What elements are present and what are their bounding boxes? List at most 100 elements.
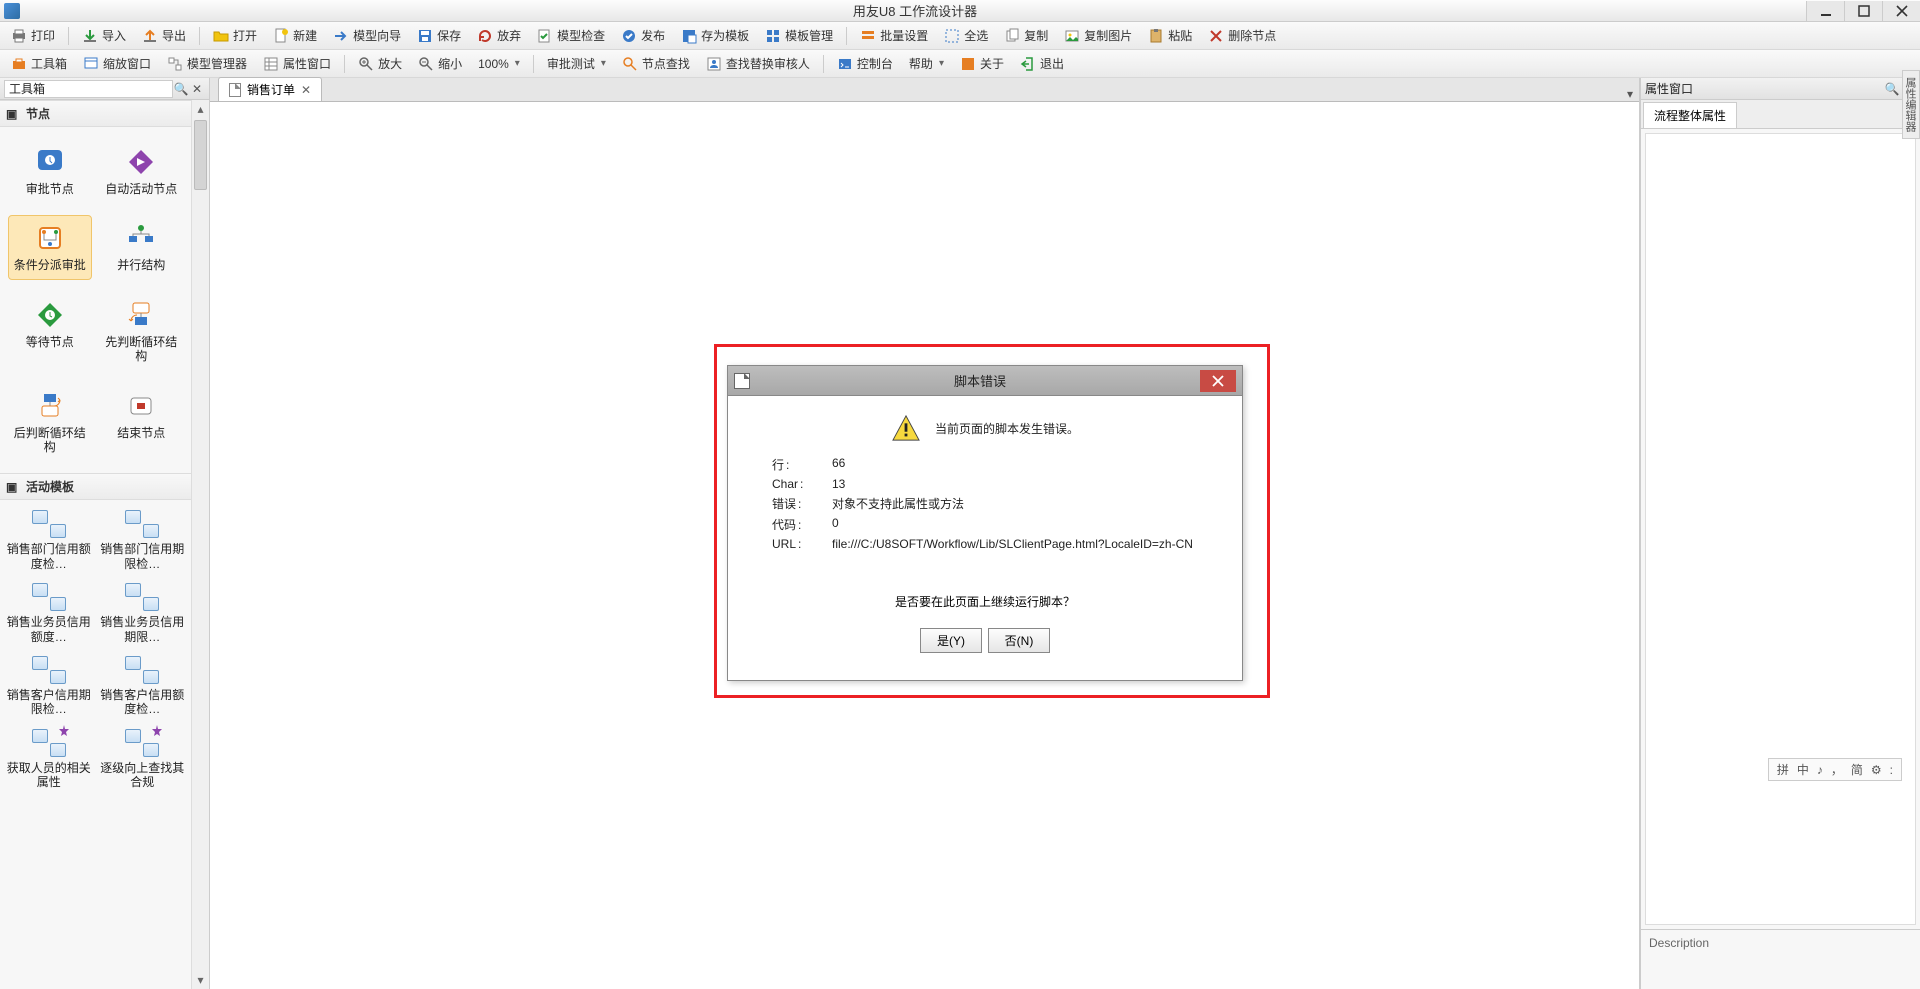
about-label: 关于 <box>980 55 1004 72</box>
find-node-button[interactable]: 节点查找 <box>615 52 697 75</box>
scroll-thumb[interactable] <box>194 120 207 190</box>
ime-item[interactable]: 简 <box>1851 761 1863 778</box>
select-all-button[interactable]: 全选 <box>937 24 995 47</box>
new-button[interactable]: 新建 <box>266 24 324 47</box>
save-template-button[interactable]: 存为模板 <box>674 24 756 47</box>
console-button[interactable]: 控制台 <box>830 52 900 75</box>
paste-icon <box>1148 28 1164 44</box>
scroll-up-icon[interactable]: ▴ <box>192 100 209 118</box>
close-button[interactable] <box>1882 1 1920 21</box>
copy-image-button[interactable]: 复制图片 <box>1057 24 1139 47</box>
dialog-no-button[interactable]: 否(N) <box>988 628 1050 653</box>
wizard-button[interactable]: 模型向导 <box>326 24 408 47</box>
section-nodes-header[interactable]: ▣ 节点 <box>0 100 191 127</box>
zoom-out-button[interactable]: 缩小 <box>411 52 469 75</box>
new-label: 新建 <box>293 27 317 44</box>
export-button[interactable]: 导出 <box>135 24 193 47</box>
discard-label: 放弃 <box>497 27 521 44</box>
section-templates-header[interactable]: ▣ 活动模板 <box>0 473 191 500</box>
template-item[interactable]: 销售业务员信用额度… <box>6 583 92 644</box>
node-conditional-approval[interactable]: 条件分派审批 <box>8 215 92 279</box>
node-post-loop[interactable]: 后判断循环结构 <box>8 383 92 462</box>
dialog-close-button[interactable] <box>1200 370 1236 392</box>
ime-item[interactable]: 拼 <box>1777 761 1789 778</box>
node-pre-loop[interactable]: 先判断循环结构 <box>100 292 184 371</box>
zoom-level-dropdown[interactable]: 100%▾ <box>471 54 527 74</box>
main-area: 🔍 ✕ ▣ 节点 审批节点 自动活动节点 条件分派审批 并行结构 等待节点 先判… <box>0 78 1920 989</box>
save-template-icon <box>681 28 697 44</box>
publish-icon <box>621 28 637 44</box>
collapse-icon: ▣ <box>6 107 20 121</box>
template-item[interactable]: 获取人员的相关属性 <box>6 729 92 790</box>
tabs-dropdown[interactable]: ▾ <box>1627 87 1633 101</box>
replace-approver-button[interactable]: 查找替换审核人 <box>699 52 817 75</box>
template-item[interactable]: 销售客户信用额度检… <box>100 656 186 717</box>
search-icon[interactable]: 🔍 <box>1884 81 1900 97</box>
template-item[interactable]: 销售客户信用期限检… <box>6 656 92 717</box>
export-icon <box>142 28 158 44</box>
dialog-yes-button[interactable]: 是(Y) <box>920 628 982 653</box>
batch-button[interactable]: 批量设置 <box>853 24 935 47</box>
ime-toolbar[interactable]: 拼 中 ♪ ， 简 ⚙ : <box>1768 758 1902 781</box>
toolbox-title-input[interactable] <box>4 80 173 98</box>
search-icon[interactable]: 🔍 <box>173 81 189 97</box>
node-parallel[interactable]: 并行结构 <box>100 215 184 279</box>
node-auto-activity[interactable]: 自动活动节点 <box>100 139 184 203</box>
template-palette: 销售部门信用额度检… 销售部门信用期限检… 销售业务员信用额度… 销售业务员信用… <box>0 500 191 799</box>
test-button[interactable]: 审批测试▾ <box>540 52 613 75</box>
side-tab-property-editor[interactable]: 属性编辑器 <box>1902 70 1920 139</box>
maximize-button[interactable] <box>1844 1 1882 21</box>
template-item[interactable]: 销售业务员信用期限… <box>100 583 186 644</box>
check-button[interactable]: 模型检查 <box>530 24 612 47</box>
discard-button[interactable]: 放弃 <box>470 24 528 47</box>
paste-button[interactable]: 粘贴 <box>1141 24 1199 47</box>
property-window-button[interactable]: 属性窗口 <box>256 52 338 75</box>
tab-close-icon[interactable]: ✕ <box>301 83 311 97</box>
replace-icon <box>706 56 722 72</box>
ime-item[interactable]: 中 <box>1797 761 1809 778</box>
ime-item[interactable]: ， <box>1831 761 1843 778</box>
template-item[interactable]: 逐级向上查找其合规 <box>100 729 186 790</box>
ime-item[interactable]: ⚙ <box>1871 763 1882 777</box>
open-button[interactable]: 打开 <box>206 24 264 47</box>
model-manager-button[interactable]: 模型管理器 <box>160 52 254 75</box>
node-approval[interactable]: 审批节点 <box>8 139 92 203</box>
node-label: 条件分派审批 <box>14 258 86 272</box>
node-end[interactable]: 结束节点 <box>100 383 184 462</box>
folder-open-icon <box>213 28 229 44</box>
info-icon <box>960 56 976 72</box>
ime-item[interactable]: : <box>1890 763 1893 777</box>
template-manager-button[interactable]: 模板管理 <box>758 24 840 47</box>
template-item[interactable]: 销售部门信用期限检… <box>100 510 186 571</box>
toolbox-scrollbar[interactable]: ▴ ▾ <box>191 100 209 989</box>
minimize-button[interactable] <box>1806 1 1844 21</box>
zoom-in-button[interactable]: 放大 <box>351 52 409 75</box>
dialog-titlebar[interactable]: 脚本错误 <box>728 366 1242 396</box>
node-label: 先判断循环结构 <box>103 335 181 364</box>
panel-close-icon[interactable]: ✕ <box>189 81 205 97</box>
prop-win-label: 属性窗口 <box>283 55 331 72</box>
tab-sales-order[interactable]: 销售订单 ✕ <box>218 77 322 101</box>
delete-node-button[interactable]: 删除节点 <box>1201 24 1283 47</box>
exit-button[interactable]: 退出 <box>1013 52 1071 75</box>
property-grid[interactable] <box>1645 133 1916 925</box>
discard-icon <box>477 28 493 44</box>
print-button[interactable]: 打印 <box>4 24 62 47</box>
document-tabs: 销售订单 ✕ ▾ <box>210 78 1639 102</box>
zoom-window-button[interactable]: 缩放窗口 <box>76 52 158 75</box>
ime-item[interactable]: ♪ <box>1817 763 1823 777</box>
publish-button[interactable]: 发布 <box>614 24 672 47</box>
import-button[interactable]: 导入 <box>75 24 133 47</box>
scroll-down-icon[interactable]: ▾ <box>192 971 209 989</box>
node-wait[interactable]: 等待节点 <box>8 292 92 371</box>
copy-button[interactable]: 复制 <box>997 24 1055 47</box>
template-label: 销售业务员信用额度… <box>6 615 92 644</box>
document-icon <box>229 83 241 97</box>
about-button[interactable]: 关于 <box>953 52 1011 75</box>
template-item[interactable]: 销售部门信用额度检… <box>6 510 92 571</box>
save-button[interactable]: 保存 <box>410 24 468 47</box>
workflow-canvas[interactable]: 脚本错误 当前页面的脚本发生错误。 行66 Char13 错误对象不支持此属性或… <box>210 102 1639 989</box>
toolbox-button[interactable]: 工具箱 <box>4 52 74 75</box>
help-button[interactable]: 帮助▾ <box>902 52 951 75</box>
tab-process-properties[interactable]: 流程整体属性 <box>1643 102 1737 128</box>
